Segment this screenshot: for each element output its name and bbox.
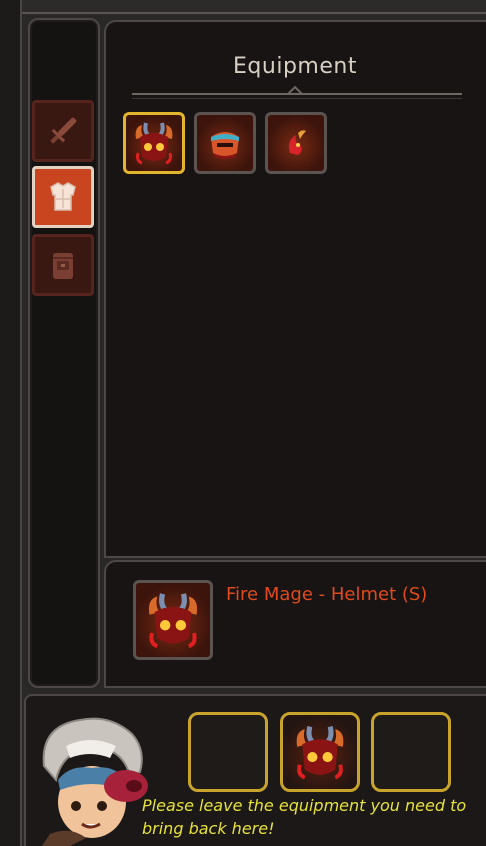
sword-icon — [50, 117, 77, 144]
bring-back-slot[interactable] — [280, 712, 360, 792]
backpack-icon — [53, 253, 73, 279]
flame-horn-icon — [288, 130, 306, 155]
fire-mage-helmet-icon — [296, 726, 344, 780]
tab-inventory[interactable] — [32, 234, 94, 296]
equipment-slot[interactable] — [194, 112, 256, 174]
frame-left-border — [0, 0, 22, 846]
npc-message: Please leave the equipment you need to b… — [142, 796, 467, 838]
fire-mage-helmet-icon — [135, 122, 173, 165]
bring-back-slot[interactable] — [371, 712, 451, 792]
item-name: Fire Mage - Helmet (S) — [226, 584, 428, 605]
equipment-panel — [104, 20, 486, 558]
equipment-slot[interactable] — [265, 112, 327, 174]
title-divider-notch — [288, 85, 302, 95]
panel-title: Equipment — [233, 54, 357, 79]
frame-top-border — [0, 0, 486, 14]
tab-weapon[interactable] — [32, 100, 94, 162]
tab-armor[interactable] — [32, 166, 94, 228]
red-mask-icon — [211, 132, 239, 159]
bring-back-slot[interactable] — [188, 712, 268, 792]
item-detail-icon — [133, 580, 213, 660]
fire-mage-helmet-icon — [148, 593, 198, 649]
chestplate-icon — [50, 182, 76, 211]
equipment-slot[interactable] — [123, 112, 185, 174]
